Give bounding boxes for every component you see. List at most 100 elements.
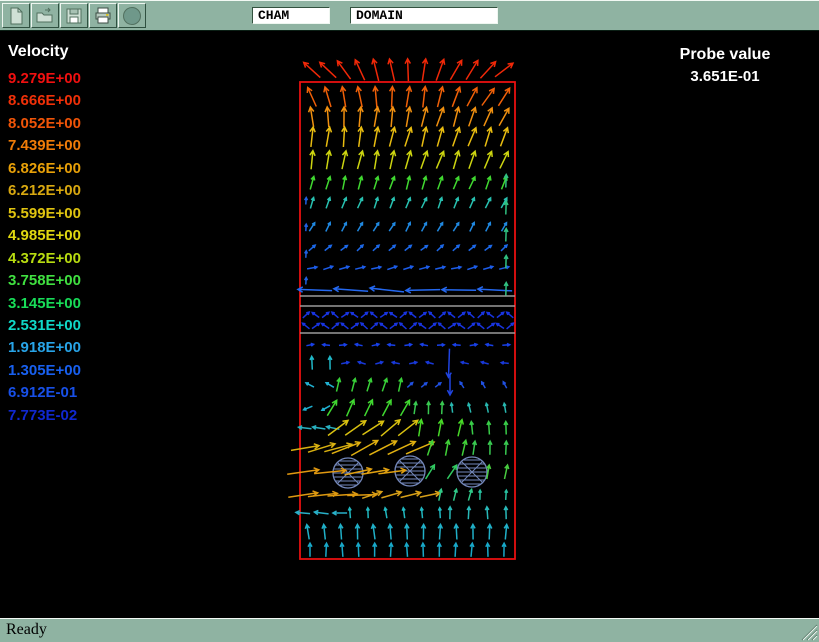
vector-arrow xyxy=(437,127,444,146)
vector-arrow xyxy=(454,107,460,126)
vector-arrow xyxy=(390,177,395,190)
vector-arrow xyxy=(448,507,452,519)
vector-arrow xyxy=(447,465,456,479)
vector-arrow xyxy=(414,402,418,414)
vector-arrow xyxy=(398,420,418,435)
vector-arrow xyxy=(374,151,379,169)
vector-arrow xyxy=(371,312,378,317)
vector-arrow xyxy=(310,151,315,170)
legend-entry: 6.212E+00 xyxy=(8,180,81,202)
vector-arrow xyxy=(310,198,314,209)
vector-arrow xyxy=(389,543,393,557)
open-folder-icon xyxy=(35,6,55,26)
vector-arrow xyxy=(343,176,347,189)
legend-title: Velocity xyxy=(8,43,81,61)
vector-arrow xyxy=(485,507,489,519)
vector-arrow xyxy=(314,511,328,515)
vector-arrow xyxy=(405,525,409,540)
vector-arrow xyxy=(390,151,396,169)
toolbar xyxy=(0,0,819,31)
run-button[interactable] xyxy=(118,3,146,28)
vector-arrow xyxy=(324,543,328,557)
vector-field-plot[interactable] xyxy=(0,31,819,618)
vector-arrow xyxy=(505,490,508,500)
vector-arrow xyxy=(410,312,417,317)
vector-arrow xyxy=(450,403,453,412)
vector-arrow xyxy=(305,224,308,231)
vector-arrow xyxy=(312,313,319,318)
vector-arrow xyxy=(348,508,351,518)
vector-arrow xyxy=(406,288,440,293)
vector-arrow xyxy=(469,151,476,169)
vector-arrow xyxy=(453,151,459,169)
vector-arrow xyxy=(450,60,461,79)
vector-arrow xyxy=(426,465,435,479)
vector-arrow xyxy=(373,245,379,251)
print-button[interactable] xyxy=(89,3,117,28)
vector-arrow xyxy=(421,383,427,388)
vector-arrow xyxy=(388,59,395,81)
vector-arrow xyxy=(473,441,477,455)
vector-arrow xyxy=(422,107,428,126)
legend-entry: 6.912E-01 xyxy=(8,382,81,404)
vector-arrow xyxy=(454,543,458,557)
vector-arrow xyxy=(401,400,410,416)
vector-arrow xyxy=(341,323,348,329)
vector-arrow xyxy=(370,286,404,292)
legend-entry: 8.666E+00 xyxy=(8,90,81,112)
new-file-button[interactable] xyxy=(2,3,30,28)
vector-arrow xyxy=(504,525,508,540)
legend-entry: 2.531E+00 xyxy=(8,315,81,337)
legend-entry: 1.305E+00 xyxy=(8,360,81,382)
cham-field[interactable] xyxy=(252,7,330,24)
vector-arrow xyxy=(438,508,441,518)
vector-arrow xyxy=(507,312,514,318)
vector-arrow xyxy=(409,361,417,364)
vector-arrow xyxy=(468,323,475,329)
vector-arrow xyxy=(482,382,486,388)
vector-arrow xyxy=(358,198,363,208)
save-button[interactable] xyxy=(60,3,88,28)
vector-arrow xyxy=(451,266,461,269)
vector-arrow xyxy=(438,198,442,209)
vector-arrow xyxy=(342,223,347,232)
vector-arrow xyxy=(337,378,341,391)
vector-arrow xyxy=(332,312,339,318)
vector-arrow xyxy=(454,198,459,209)
probe-value: 3.651E-01 xyxy=(645,66,805,88)
vector-arrow xyxy=(458,312,465,317)
graphics-viewport[interactable]: Velocity 9.279E+008.666E+008.052E+007.43… xyxy=(0,31,819,618)
vector-arrow xyxy=(452,87,460,107)
vector-arrow xyxy=(440,402,444,414)
legend-entry: 9.279E+00 xyxy=(8,68,81,90)
open-file-button[interactable] xyxy=(31,3,59,28)
vector-arrow xyxy=(481,361,488,364)
vector-arrow xyxy=(352,379,356,392)
vector-arrow xyxy=(407,383,412,388)
vector-arrow xyxy=(406,176,410,189)
domain-field[interactable] xyxy=(350,7,498,24)
vector-arrow xyxy=(503,382,506,388)
vector-arrow xyxy=(341,246,348,251)
vector-arrow xyxy=(388,344,395,347)
vector-arrow xyxy=(358,107,363,127)
vector-arrow xyxy=(340,543,344,557)
vector-arrow xyxy=(405,245,412,250)
blockage-circle-hatch xyxy=(456,460,488,484)
vector-arrow xyxy=(371,323,378,329)
vector-arrow xyxy=(468,128,476,146)
vector-arrow xyxy=(466,60,478,79)
vector-arrow xyxy=(499,108,509,125)
vector-arrow xyxy=(486,403,489,412)
resize-grip[interactable] xyxy=(796,619,818,641)
status-bar: Ready xyxy=(0,618,819,642)
vector-arrow xyxy=(371,525,375,540)
vector-arrow xyxy=(326,198,330,209)
vector-arrow xyxy=(307,88,316,107)
vector-arrow xyxy=(422,87,427,108)
vector-arrow xyxy=(339,343,346,346)
vector-arrow xyxy=(488,525,492,540)
vector-arrow xyxy=(328,356,332,369)
vector-arrow xyxy=(470,343,477,346)
vector-arrow xyxy=(406,198,411,208)
